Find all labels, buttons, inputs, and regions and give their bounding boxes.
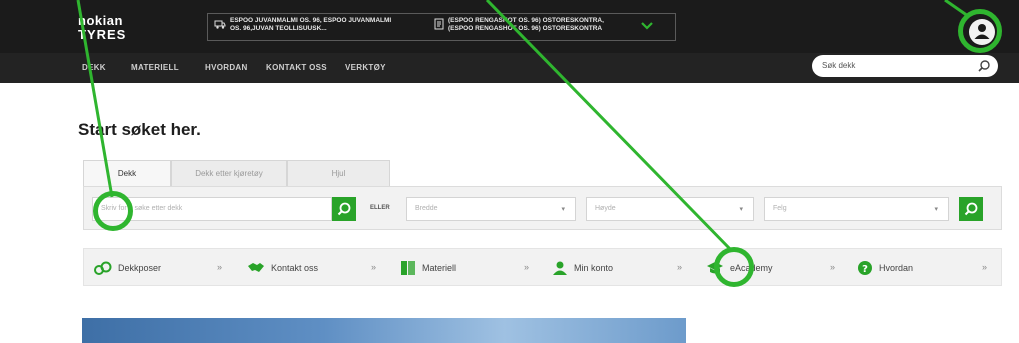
annotation-line — [76, 0, 114, 198]
annotation-ring — [714, 247, 754, 287]
annotation-overlay — [76, 0, 969, 252]
annotation-ring — [958, 9, 1002, 53]
annotation-line — [485, 0, 733, 252]
annotation-ring — [93, 191, 133, 231]
